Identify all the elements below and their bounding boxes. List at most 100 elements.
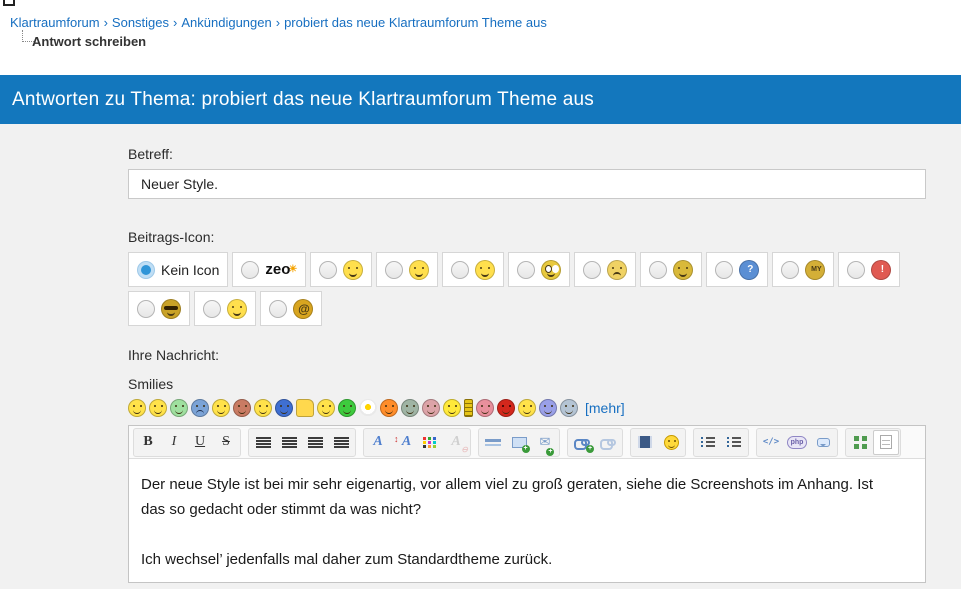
breadcrumb-link-category[interactable]: Sonstiges — [112, 15, 169, 30]
post-icon-option-none[interactable]: Kein Icon — [128, 252, 228, 287]
smiley-icon[interactable] — [380, 399, 398, 417]
post-icon-option[interactable] — [128, 291, 190, 326]
smiley-icon[interactable] — [149, 399, 167, 417]
post-icon-option[interactable]: @ — [260, 291, 322, 326]
message-body-input[interactable]: Der neue Style ist bei mir sehr eigenart… — [129, 459, 925, 585]
align-justify-icon — [334, 437, 349, 448]
align-right-button[interactable] — [302, 430, 328, 455]
smiley-icon[interactable] — [212, 399, 230, 417]
radio-button-selected[interactable] — [137, 261, 155, 279]
radio-button[interactable] — [137, 300, 155, 318]
horizontal-rule-icon — [485, 439, 501, 446]
strikethrough-button[interactable]: S — [213, 430, 239, 455]
post-icon-option[interactable] — [310, 252, 372, 287]
post-icon-option[interactable]: ? — [706, 252, 768, 287]
radio-button[interactable] — [583, 261, 601, 279]
smiley-icon[interactable] — [497, 399, 515, 417]
radio-button[interactable] — [781, 261, 799, 279]
smiley-icon[interactable] — [401, 399, 419, 417]
post-icon-option[interactable] — [442, 252, 504, 287]
post-icon-option[interactable] — [640, 252, 702, 287]
document-icon — [880, 435, 892, 449]
subject-input[interactable] — [128, 169, 926, 199]
smiley-icon[interactable] — [254, 399, 272, 417]
smilies-strip: [mehr] — [128, 399, 926, 417]
bold-button[interactable]: B — [135, 430, 161, 455]
radio-button[interactable] — [847, 261, 865, 279]
view-group — [845, 428, 901, 457]
insert-php-button[interactable]: php — [784, 430, 810, 455]
font-size-button[interactable]: ↕A — [391, 430, 417, 455]
radio-button[interactable] — [451, 261, 469, 279]
align-justify-button[interactable] — [328, 430, 354, 455]
smiley-icon[interactable] — [443, 399, 461, 417]
align-group — [248, 428, 356, 457]
post-icon-option[interactable] — [574, 252, 636, 287]
post-icon-option[interactable]: zeo☀ — [232, 252, 306, 287]
insert-video-button[interactable] — [632, 430, 658, 455]
radio-button[interactable] — [241, 261, 259, 279]
align-left-button[interactable] — [250, 430, 276, 455]
radio-button[interactable] — [203, 300, 221, 318]
radio-button[interactable] — [385, 261, 403, 279]
underline-button[interactable]: U — [187, 430, 213, 455]
email-icon: ✉ — [540, 435, 551, 450]
smiley-icon[interactable] — [422, 399, 440, 417]
breadcrumb-separator: › — [169, 15, 181, 30]
post-icon-option[interactable] — [194, 291, 256, 326]
breadcrumb-link-thread[interactable]: probiert das neue Klartraumforum Theme a… — [284, 15, 547, 30]
smiley-icon[interactable] — [560, 399, 578, 417]
smiley-icon[interactable] — [191, 399, 209, 417]
smiley-icon[interactable] — [338, 399, 356, 417]
none-option-label: Kein Icon — [161, 262, 219, 278]
more-smilies-link[interactable]: [mehr] — [585, 400, 625, 416]
numbered-list-icon — [727, 437, 742, 447]
post-icon-options: Kein Icon zeo☀ — [128, 252, 928, 326]
media-group — [630, 428, 686, 457]
radio-button[interactable] — [649, 261, 667, 279]
numbered-list-button[interactable] — [721, 430, 747, 455]
insert-quote-button[interactable] — [810, 430, 836, 455]
italic-button[interactable]: I — [161, 430, 187, 455]
insert-email-button[interactable]: ✉ — [532, 430, 558, 455]
smiley-icon[interactable] — [128, 399, 146, 417]
breadcrumb-separator: › — [272, 15, 284, 30]
remove-link-button[interactable] — [595, 430, 621, 455]
radio-button[interactable] — [319, 261, 337, 279]
bullet-list-button[interactable] — [695, 430, 721, 455]
radio-button[interactable] — [269, 300, 287, 318]
breadcrumb-link-forum[interactable]: Klartraumforum — [10, 15, 100, 30]
insert-smiley-button[interactable] — [658, 430, 684, 455]
fullscreen-button[interactable] — [847, 430, 873, 455]
radio-button[interactable] — [517, 261, 535, 279]
font-color-button[interactable]: A — [365, 430, 391, 455]
post-icon-option[interactable] — [508, 252, 570, 287]
smiley-icon[interactable] — [539, 399, 557, 417]
remove-format-button[interactable]: A — [443, 430, 469, 455]
align-center-button[interactable] — [276, 430, 302, 455]
message-paragraph: Der neue Style ist bei mir sehr eigenart… — [141, 472, 883, 522]
film-icon — [638, 436, 652, 448]
horizontal-rule-button[interactable] — [480, 430, 506, 455]
radio-button[interactable] — [715, 261, 733, 279]
color-palette-button[interactable] — [417, 430, 443, 455]
php-icon: php — [787, 436, 808, 449]
breadcrumb-link-board[interactable]: Ankündigungen — [181, 15, 271, 30]
insert-code-button[interactable]: </> — [758, 430, 784, 455]
post-icon-option[interactable]: MY — [772, 252, 834, 287]
smiley-icon[interactable] — [464, 399, 473, 417]
smiley-icon[interactable] — [170, 399, 188, 417]
code-group: </> php — [756, 428, 838, 457]
insert-image-button[interactable] — [506, 430, 532, 455]
smiley-icon[interactable] — [476, 399, 494, 417]
post-icon-option[interactable]: ! — [838, 252, 900, 287]
smiley-icon[interactable] — [275, 399, 293, 417]
smiley-icon[interactable] — [296, 399, 314, 417]
smiley-icon[interactable] — [233, 399, 251, 417]
post-icon-option[interactable] — [376, 252, 438, 287]
insert-link-button[interactable] — [569, 430, 595, 455]
smiley-icon[interactable] — [317, 399, 335, 417]
smiley-icon[interactable] — [359, 399, 377, 417]
smiley-icon[interactable] — [518, 399, 536, 417]
source-view-button[interactable] — [873, 430, 899, 455]
